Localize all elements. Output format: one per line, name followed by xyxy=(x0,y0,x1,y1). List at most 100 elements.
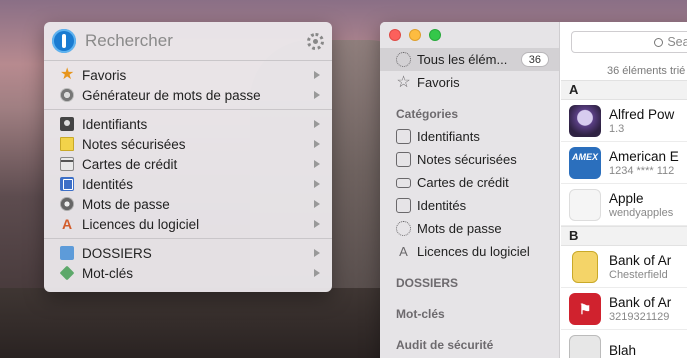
mini-search-input[interactable]: Rechercher xyxy=(85,31,307,51)
sidebar-item-label: Licences du logiciel xyxy=(417,244,530,259)
mini-item-label: Cartes de crédit xyxy=(82,156,178,172)
sidebar-item-software-licenses[interactable]: A Licences du logiciel xyxy=(380,240,559,263)
list-search-input[interactable]: Searc xyxy=(571,31,687,53)
item-list: Searc 36 éléments trié A Alfred Pow 1.3 … xyxy=(561,22,687,358)
chevron-right-icon xyxy=(314,220,320,228)
list-search-wrap: Searc xyxy=(561,22,687,62)
main-window: Tous les élém... 36 ☆ Favoris Catégories… xyxy=(380,22,687,358)
apple-logo-icon xyxy=(569,188,601,221)
tag-icon xyxy=(59,265,75,281)
list-item-text: Bank of Ar Chesterfield xyxy=(609,253,671,281)
mini-item-password-generator[interactable]: Générateur de mots de passe xyxy=(44,85,332,105)
note-icon xyxy=(396,152,411,167)
settings-gear-icon[interactable] xyxy=(307,32,324,50)
list-item-subtitle: 1.3 xyxy=(609,122,625,135)
all-items-icon xyxy=(396,52,411,67)
section-header-b: B xyxy=(561,226,687,246)
amex-card-icon: AMEX xyxy=(569,146,601,179)
sidebar-item-secure-notes[interactable]: Notes sécurisées xyxy=(380,148,559,171)
mini-item-label: Identifiants xyxy=(82,116,148,132)
list-item[interactable]: AMEX American E 1234 **** 112 xyxy=(561,142,687,184)
alfred-app-icon xyxy=(569,104,601,137)
minimize-window-button[interactable] xyxy=(409,29,421,41)
sidebar-item-all-items[interactable]: Tous les élém... 36 xyxy=(380,48,559,71)
list-item-subtitle: wendyapples xyxy=(609,206,674,219)
chevron-right-icon xyxy=(314,200,320,208)
list-item[interactable]: Apple wendyapples xyxy=(561,184,687,226)
mini-item-tags[interactable]: Mot-clés xyxy=(44,263,332,283)
mini-search-bar[interactable]: Rechercher xyxy=(44,22,332,60)
chevron-right-icon xyxy=(314,91,320,99)
sidebar-item-credit-cards[interactable]: Cartes de crédit xyxy=(380,171,559,194)
star-outline-icon: ☆ xyxy=(396,74,411,91)
sidebar-item-identities[interactable]: Identités xyxy=(380,194,559,217)
key-icon xyxy=(396,221,411,236)
sidebar-item-label: Mots de passe xyxy=(417,221,502,236)
item-count-label: 36 éléments trié xyxy=(607,65,686,77)
identity-icon xyxy=(60,177,74,191)
list-item-title: American E xyxy=(609,148,679,164)
mini-item-identities[interactable]: Identités xyxy=(44,174,332,194)
security-audit-header[interactable]: Audit de sécurité xyxy=(380,333,559,356)
section-header-a: A xyxy=(561,80,687,100)
sidebar-item-favorites[interactable]: ☆ Favoris xyxy=(380,71,559,94)
mini-item-logins[interactable]: Identifiants xyxy=(44,114,332,134)
mini-item-passwords[interactable]: Mots de passe xyxy=(44,194,332,214)
list-search-placeholder: Searc xyxy=(667,35,687,49)
sidebar-item-passwords[interactable]: Mots de passe xyxy=(380,217,559,240)
tags-header[interactable]: Mot-clés xyxy=(380,302,559,325)
mini-group-folders: DOSSIERS Mot-clés xyxy=(44,239,332,287)
list-item-subtitle: 1234 **** 112 xyxy=(609,164,675,177)
list-item[interactable]: ⚑ Bank of Ar 3219321129 xyxy=(561,288,687,330)
list-item[interactable]: Alfred Pow 1.3 xyxy=(561,100,687,142)
list-item-text: Blah xyxy=(609,343,636,358)
mini-item-favorites[interactable]: ★ Favoris xyxy=(44,65,332,85)
mini-item-credit-cards[interactable]: Cartes de crédit xyxy=(44,154,332,174)
list-item-text: Bank of Ar 3219321129 xyxy=(609,295,671,323)
list-item-title: Bank of Ar xyxy=(609,252,672,268)
window-controls xyxy=(380,22,559,48)
sidebar-item-label: Identités xyxy=(417,198,467,213)
chevron-right-icon xyxy=(314,71,320,79)
sidebar-item-label: Notes sécurisées xyxy=(417,152,517,167)
software-license-icon: A xyxy=(399,244,408,259)
mini-item-secure-notes[interactable]: Notes sécurisées xyxy=(44,134,332,154)
mini-item-label: Mot-clés xyxy=(82,265,134,281)
list-item-title: Blah xyxy=(609,343,637,358)
zoom-window-button[interactable] xyxy=(429,29,441,41)
login-icon xyxy=(396,129,411,144)
chevron-right-icon xyxy=(314,120,320,128)
credit-card-icon xyxy=(60,157,74,171)
mini-item-folders[interactable]: DOSSIERS xyxy=(44,243,332,263)
mini-item-label: Licences du logiciel xyxy=(82,216,200,232)
sidebar-item-label: Tous les élém... xyxy=(417,52,508,67)
note-icon xyxy=(60,137,74,151)
count-badge: 36 xyxy=(520,52,549,67)
chevron-right-icon xyxy=(314,269,320,277)
search-icon xyxy=(654,37,664,47)
sidebar: Tous les élém... 36 ☆ Favoris Catégories… xyxy=(380,22,560,358)
credit-card-icon xyxy=(396,177,411,188)
close-window-button[interactable] xyxy=(389,29,401,41)
mini-item-label: Notes sécurisées xyxy=(82,136,186,152)
list-item-title: Alfred Pow xyxy=(609,106,675,122)
mini-item-software-licenses[interactable]: A Licences du logiciel xyxy=(44,214,332,234)
list-item-subtitle: Chesterfield xyxy=(609,268,668,281)
mini-item-label: Générateur de mots de passe xyxy=(82,87,261,103)
chevron-right-icon xyxy=(314,160,320,168)
mini-popup: Rechercher ★ Favoris Générateur de mots … xyxy=(44,22,332,292)
folders-header[interactable]: DOSSIERS xyxy=(380,271,559,294)
list-item[interactable]: Blah xyxy=(561,330,687,358)
chevron-right-icon xyxy=(314,140,320,148)
identity-icon xyxy=(396,198,411,213)
desktop-background-trees xyxy=(0,288,400,358)
list-item[interactable]: Bank of Ar Chesterfield xyxy=(561,246,687,288)
onepassword-logo-icon xyxy=(52,29,76,53)
sidebar-item-logins[interactable]: Identifiants xyxy=(380,125,559,148)
star-icon: ★ xyxy=(60,66,75,83)
list-item-text: American E 1234 **** 112 xyxy=(609,149,679,177)
